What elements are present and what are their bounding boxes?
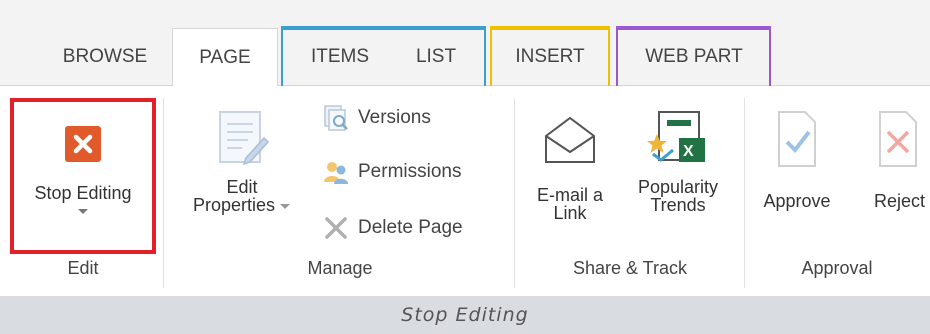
edit-properties-label-line2: Properties	[192, 195, 276, 215]
group-separator	[163, 98, 164, 288]
popularity-trends-icon: X	[647, 111, 705, 162]
tab-browse[interactable]: BROWSE	[40, 28, 170, 86]
approve-icon	[778, 111, 816, 167]
chevron-down-icon[interactable]	[279, 203, 291, 211]
email-link-label-line2: Link	[553, 203, 587, 223]
permissions-label: Permissions	[358, 161, 462, 182]
reject-icon	[879, 111, 917, 167]
permissions-icon	[324, 162, 348, 184]
edit-properties-label-line1: Edit	[226, 177, 258, 197]
email-link-button[interactable]: E-mail a Link	[520, 104, 620, 244]
email-link-label-line1: E-mail a	[536, 185, 603, 205]
tab-page[interactable]: PAGE	[172, 28, 278, 87]
delete-page-button[interactable]: Delete Page	[322, 214, 463, 242]
edit-properties-button[interactable]: Edit Properties	[170, 104, 314, 244]
versions-label: Versions	[358, 107, 431, 128]
insert-context-right	[608, 26, 610, 86]
approve-button[interactable]: Approve	[752, 104, 842, 244]
reject-label: Reject	[874, 191, 926, 211]
edit-properties-icon	[219, 111, 270, 166]
group-label-edit: Edit	[67, 258, 99, 278]
group-label-approval: Approval	[801, 258, 873, 278]
group-separator	[514, 98, 515, 288]
list-tools-context-left	[281, 26, 283, 86]
delete-icon	[325, 217, 347, 239]
tab-items[interactable]: ITEMS	[290, 28, 390, 86]
versions-button[interactable]: Versions	[322, 104, 431, 132]
group-separator	[744, 98, 745, 288]
versions-icon	[324, 105, 348, 131]
group-label-manage: Manage	[307, 258, 373, 278]
popularity-trends-button[interactable]: X Popularity Trends	[622, 104, 734, 244]
stop-editing-highlight	[10, 98, 156, 254]
tab-web-part[interactable]: WEB PART	[620, 28, 768, 86]
delete-page-label: Delete Page	[358, 217, 463, 238]
reject-button[interactable]: Reject	[860, 104, 930, 244]
caption-footer: Stop Editing	[0, 296, 930, 334]
ribbon-tab-bar: BROWSE PAGE ITEMS LIST INSERT WEB PART	[0, 0, 930, 87]
tab-insert[interactable]: INSERT	[494, 28, 606, 86]
svg-text:X: X	[683, 143, 694, 160]
permissions-button[interactable]: Permissions	[322, 158, 461, 186]
list-tools-context-right	[484, 26, 486, 86]
envelope-icon	[545, 116, 595, 163]
tab-list[interactable]: LIST	[396, 28, 476, 86]
web-part-context-right	[769, 26, 771, 86]
insert-context-left	[490, 26, 492, 86]
popularity-trends-label-line2: Trends	[650, 195, 706, 215]
web-part-context-left	[616, 26, 618, 86]
popularity-trends-label-line1: Popularity	[637, 177, 719, 197]
group-label-share-track: Share & Track	[572, 258, 688, 278]
approve-label: Approve	[763, 191, 831, 211]
